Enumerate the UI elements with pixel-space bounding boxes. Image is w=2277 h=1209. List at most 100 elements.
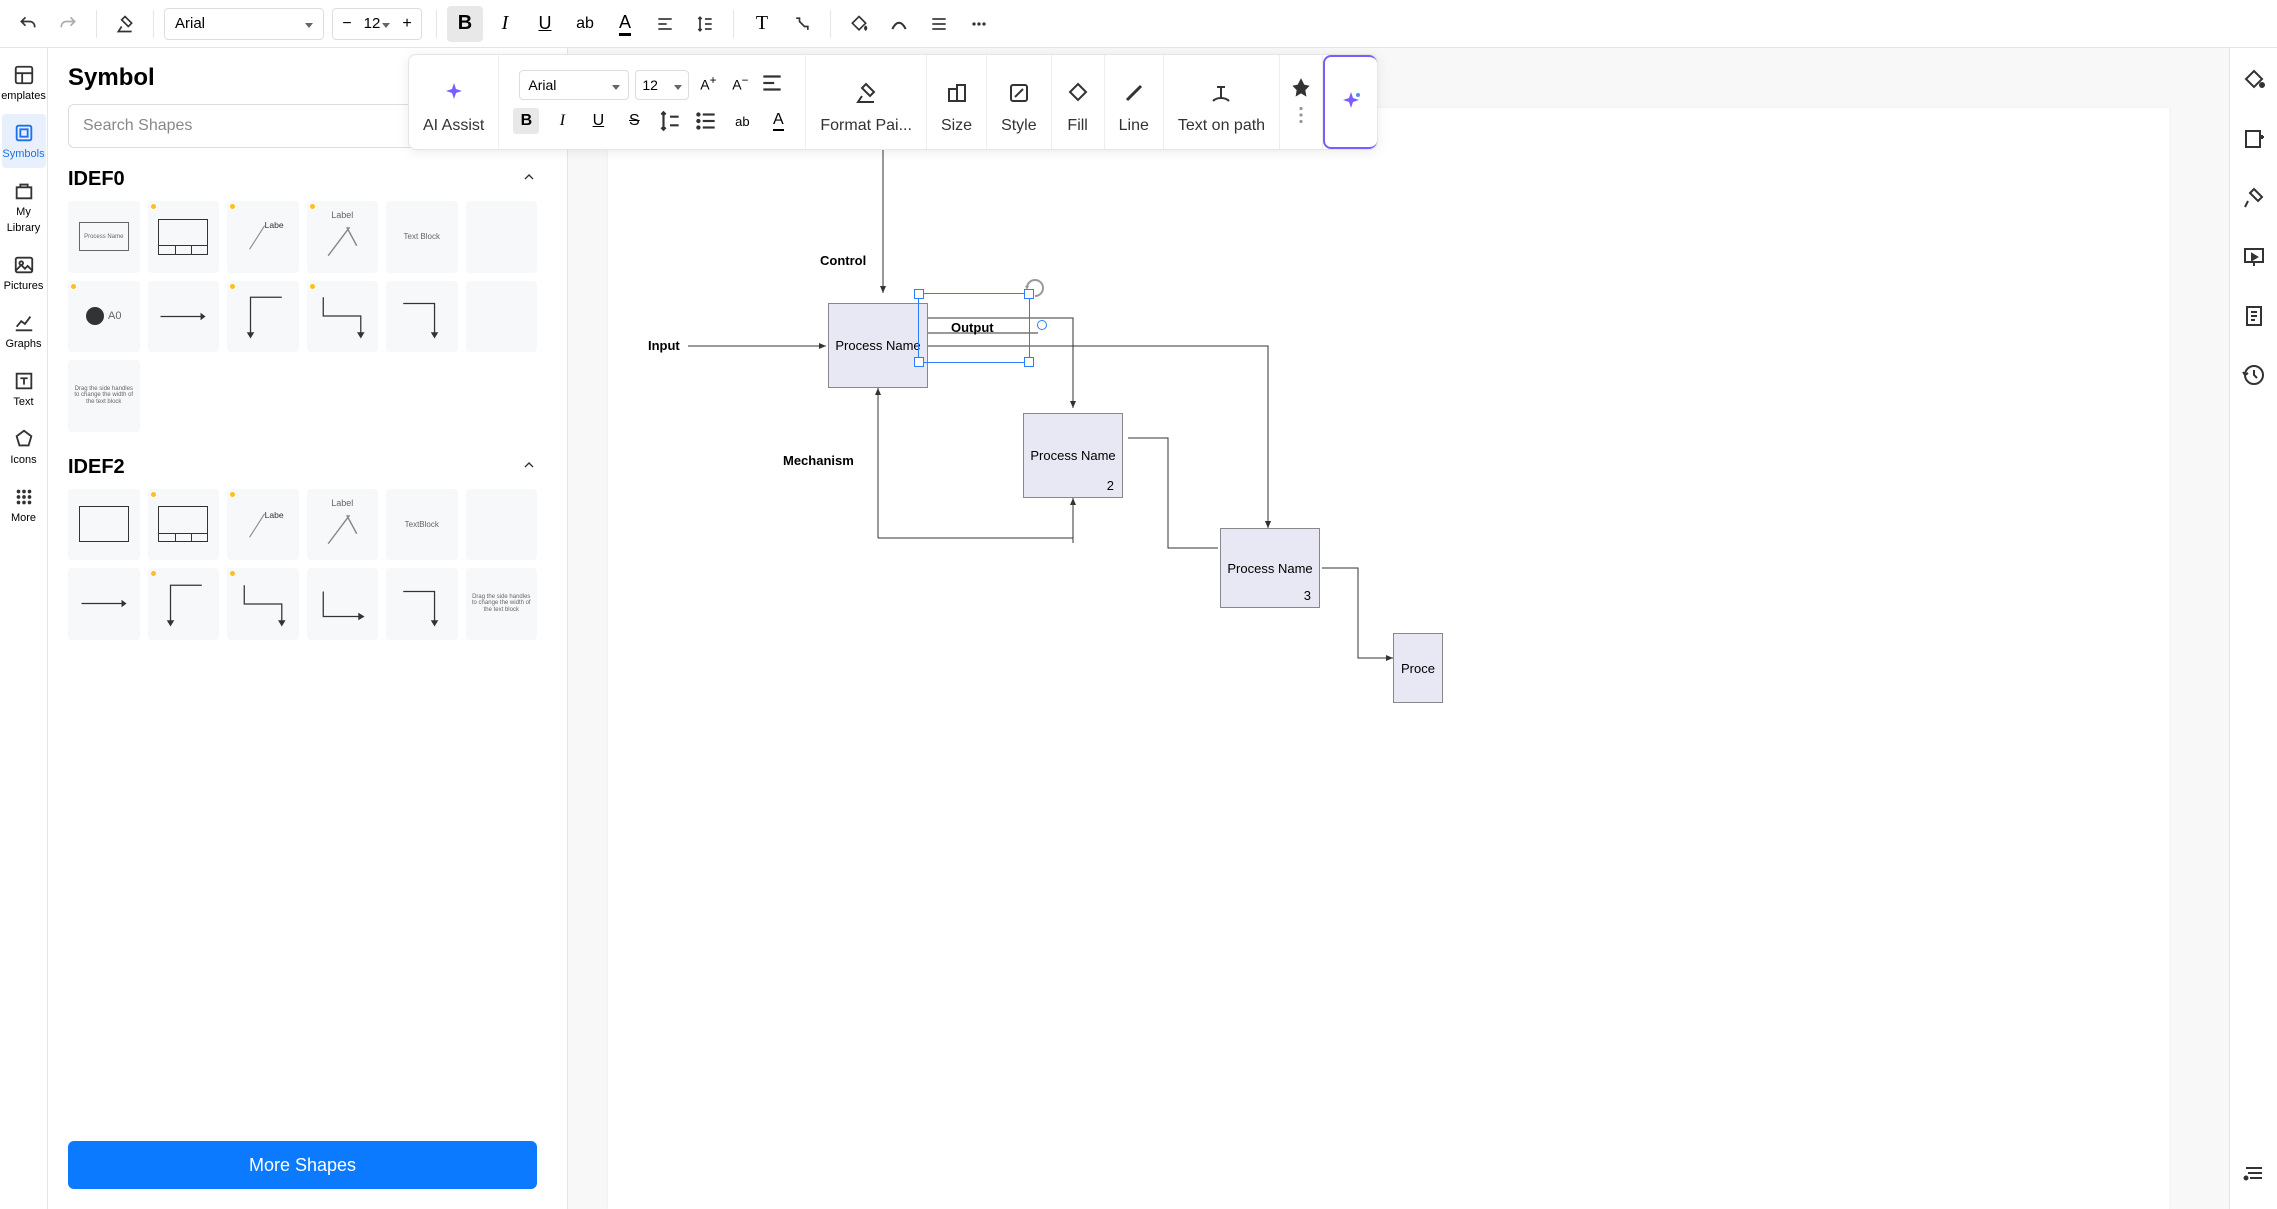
selection-rotate-handle[interactable] [1037,320,1047,330]
font-color-button[interactable]: A [607,6,643,42]
right-add-tool[interactable] [2242,127,2266,156]
ft-italic[interactable]: I [549,108,575,134]
ft-fill[interactable]: Fill [1052,55,1105,149]
ft-style[interactable]: Style [987,55,1052,149]
canvas-area[interactable]: AI Assist Arial 12 A+ A− B I U S [568,48,2229,1209]
shape-arrow-right[interactable] [148,281,220,353]
more-shapes-button[interactable]: More Shapes [68,1141,537,1189]
right-paint-tool[interactable] [2242,186,2266,215]
italic-button[interactable]: I [487,6,523,42]
selection-handle-sw[interactable] [914,357,924,367]
fill-button[interactable] [841,6,877,42]
right-fill-tool[interactable] [2242,68,2266,97]
ft-underline[interactable]: U [585,108,611,134]
ft-font-color[interactable]: A [765,108,791,134]
more-options-button[interactable] [961,6,997,42]
sidebar-text[interactable]: Text [2,362,46,416]
shape-box-2[interactable] [68,489,140,561]
line-style-button[interactable] [881,6,917,42]
shape-label-arrow-2[interactable]: Label [307,201,379,273]
font-family-select[interactable]: Arial [164,8,324,40]
ft-spacing[interactable] [657,108,683,134]
shape-elbow-4[interactable] [148,568,220,640]
collapse-idef2-button[interactable] [521,457,537,478]
shape-function-box[interactable] [148,201,220,273]
canvas[interactable]: AI Assist Arial 12 A+ A− B I U S [608,108,2169,1209]
shape-text-block[interactable]: Text Block [386,201,458,273]
ft-strike[interactable]: S [621,108,647,134]
ft-text-on-path[interactable]: Text on path [1164,55,1280,149]
sidebar-graphs[interactable]: Graphs [2,304,46,358]
selection-handle-nw[interactable] [914,289,924,299]
shape-elbow-2[interactable] [307,281,379,353]
shape-process-box[interactable]: Process Name [68,201,140,273]
shape-arrow-right-2[interactable] [68,568,140,640]
shape-label-arrow-3[interactable]: Label [227,489,299,561]
ft-case[interactable]: ab [729,108,755,134]
shape-label-arrow-4[interactable]: Label [307,489,379,561]
sidebar-symbols[interactable]: Symbols [2,114,46,168]
ft-bold[interactable]: B [513,108,539,134]
shape-function-box-2[interactable] [148,489,220,561]
ft-ai-sparkle[interactable] [1323,55,1377,149]
shape-label-arrow-1[interactable]: Label [227,201,299,273]
ft-size[interactable]: Size [927,55,987,149]
diagram-box-1[interactable]: Process Name [828,303,928,388]
ft-align[interactable] [759,70,785,96]
shape-empty-1[interactable] [466,201,538,273]
ft-font-select[interactable]: Arial [519,70,629,100]
shape-elbow-1[interactable] [227,281,299,353]
shape-empty-3[interactable] [466,489,538,561]
sidebar-icons[interactable]: Icons [2,420,46,474]
font-size-value[interactable]: 12 [361,15,393,32]
diagram-box-2[interactable]: Process Name 2 [1023,413,1123,498]
sidebar-more[interactable]: More [2,478,46,532]
shape-node-a0[interactable]: A0 [68,281,140,353]
selection-rect[interactable]: Output [918,293,1030,363]
undo-button[interactable] [10,6,46,42]
bold-button[interactable]: B [447,6,483,42]
shape-elbow-6[interactable] [307,568,379,640]
ft-line[interactable]: Line [1105,55,1164,149]
redo-button[interactable] [50,6,86,42]
ft-increase-font[interactable]: A+ [695,70,721,96]
decrease-font-button[interactable]: − [333,9,361,39]
shape-elbow-7[interactable] [386,568,458,640]
box1-label: Process Name [835,338,920,353]
shape-elbow-5[interactable] [227,568,299,640]
diagram-box-3[interactable]: Process Name 3 [1220,528,1320,608]
line-spacing-button[interactable] [687,6,723,42]
right-present-tool[interactable] [2242,245,2266,274]
shape-elbow-3[interactable] [386,281,458,353]
format-painter-button[interactable] [107,6,143,42]
shape-text-drag-2[interactable]: Drag the side handles to change the widt… [466,568,538,640]
shape-textblock-2[interactable]: TextBlock [386,489,458,561]
shape-empty-2[interactable] [466,281,538,353]
ft-format-painter[interactable]: Format Pai... [806,55,927,149]
right-history-tool[interactable] [2242,363,2266,392]
increase-font-button[interactable]: + [393,9,421,39]
ft-size-select[interactable]: 12 [635,70,689,100]
right-layers-tool[interactable] [2242,1160,2266,1189]
align-button[interactable] [647,6,683,42]
ft-pin[interactable] [1288,76,1314,102]
list-button[interactable] [921,6,957,42]
underline-button[interactable]: U [527,6,563,42]
shape-grid-idef2: Label Label TextBlock Drag the side hand… [68,489,537,640]
ft-more[interactable] [1288,102,1314,128]
sidebar-pictures[interactable]: Pictures [2,246,46,300]
sidebar-templates[interactable]: emplates [2,56,46,110]
collapse-idef0-button[interactable] [521,169,537,190]
connector-button[interactable] [784,6,820,42]
diagram-box-4[interactable]: Proce [1393,633,1443,703]
context-toolbar: AI Assist Arial 12 A+ A− B I U S [408,54,1378,150]
case-button[interactable]: ab [567,6,603,42]
ft-decrease-font[interactable]: A− [727,70,753,96]
right-notes-tool[interactable] [2242,304,2266,333]
sidebar-my-library[interactable]: My Library [2,172,46,242]
selection-handle-se[interactable] [1024,357,1034,367]
text-tool-button[interactable]: T [744,6,780,42]
ft-list[interactable] [693,108,719,134]
ft-ai-assist[interactable]: AI Assist [409,55,499,149]
shape-text-drag[interactable]: Drag the side handles to change the widt… [68,360,140,432]
